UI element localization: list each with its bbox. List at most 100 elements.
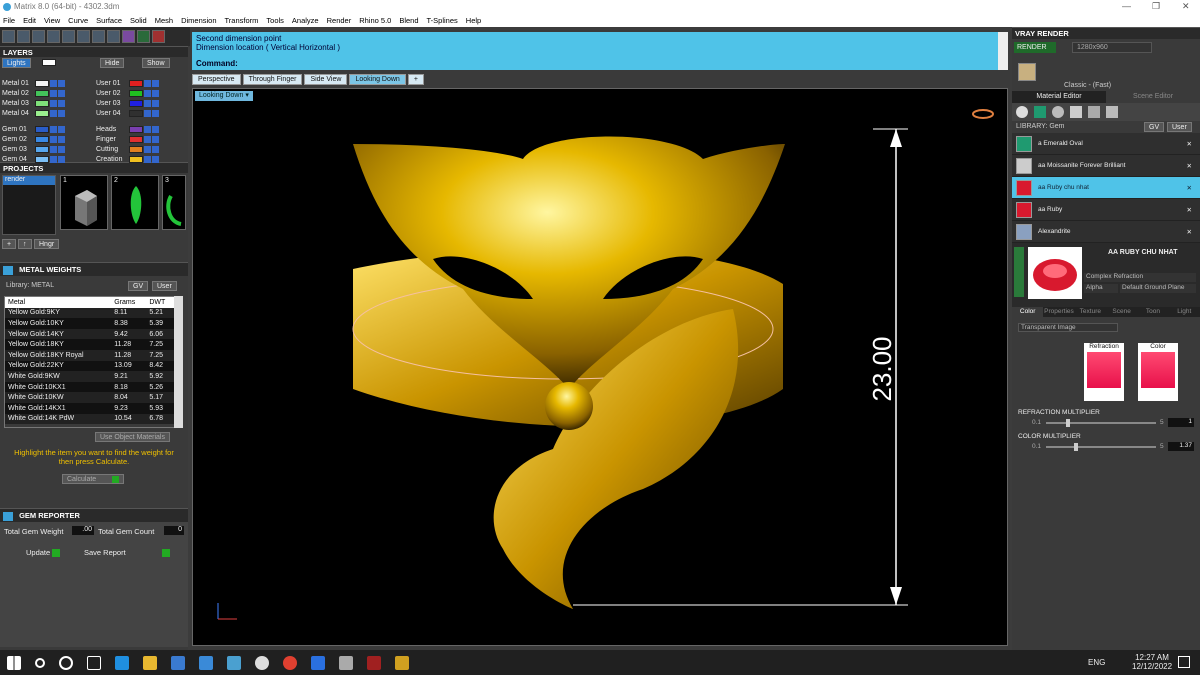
lock-icon[interactable] (50, 99, 57, 107)
color-swatch[interactable]: Color (1138, 343, 1178, 401)
layer-row[interactable]: Gem 03 (2, 145, 65, 154)
tab-perspective[interactable]: Perspective (192, 74, 241, 85)
layer-color-swatch[interactable] (129, 145, 143, 153)
project-thumb-3[interactable]: 3 (162, 175, 186, 230)
table-row[interactable]: Yellow Gold:22KY 13.09 8.42 (5, 360, 175, 372)
close-icon[interactable]: ✕ (1182, 1, 1190, 12)
preset-label[interactable]: Classic - (Fast) (1064, 82, 1111, 89)
undo-icon[interactable] (62, 30, 75, 43)
lock-icon[interactable] (144, 79, 151, 87)
layer-row[interactable]: Metal 01 (2, 79, 65, 88)
matrix-app-icon[interactable] (227, 655, 241, 670)
layer-row[interactable]: User 03 (96, 99, 159, 108)
cortana-icon[interactable] (59, 655, 73, 670)
project-thumb-1[interactable]: 1 (60, 175, 108, 230)
visibility-icon[interactable] (152, 125, 159, 133)
layer-row[interactable]: Finger (96, 135, 159, 144)
table-row[interactable]: White Gold:9KW 9.21 5.92 (5, 371, 175, 382)
lock-icon[interactable] (50, 155, 57, 163)
vray-user-button[interactable]: User (1167, 122, 1192, 132)
notification-icon[interactable] (1178, 656, 1190, 668)
material-gem-icon[interactable] (1034, 106, 1046, 118)
material-texture-icon[interactable] (1070, 106, 1082, 118)
menu-item[interactable]: Solid (130, 16, 147, 25)
menu-item[interactable]: Rhino 5.0 (359, 16, 391, 25)
lights-layer[interactable]: Lights (2, 58, 31, 68)
remove-material-icon[interactable]: ✕ (1187, 206, 1192, 214)
project-thumb-2[interactable]: 2 (111, 175, 159, 230)
tab-texture[interactable]: Texture (1075, 307, 1106, 317)
layer-color-swatch[interactable] (129, 89, 143, 97)
redo-icon[interactable] (77, 30, 90, 43)
material-item[interactable]: Alexandrite ✕ (1012, 221, 1200, 243)
gv-button[interactable]: GV (128, 281, 149, 291)
layer-color-swatch[interactable] (35, 125, 49, 133)
preview-toggle[interactable] (1014, 247, 1024, 297)
table-row[interactable]: White Gold:10KW 8.04 5.17 (5, 392, 175, 403)
up-project-button[interactable]: ↑ (18, 239, 32, 249)
viewport[interactable]: Looking Down ▾ 23.00 (192, 88, 1008, 646)
layer-row[interactable]: Gem 01 (2, 125, 65, 134)
refraction-slider[interactable] (1046, 422, 1156, 424)
search-icon[interactable] (35, 657, 45, 668)
layer-color-swatch[interactable] (35, 99, 49, 107)
visibility-icon[interactable] (58, 135, 65, 143)
lock-icon[interactable] (144, 155, 151, 163)
table-row[interactable]: White Gold:14KX1 9.23 5.93 (5, 402, 175, 414)
render-button[interactable]: RENDER (1014, 42, 1056, 53)
layer-color-swatch[interactable] (129, 155, 143, 163)
store-icon[interactable] (171, 655, 185, 670)
visibility-icon[interactable] (58, 99, 65, 107)
save-icon[interactable] (32, 30, 45, 43)
menu-item[interactable]: Surface (96, 16, 122, 25)
print-icon[interactable] (47, 30, 60, 43)
remove-material-icon[interactable]: ✕ (1187, 140, 1192, 148)
visibility-icon[interactable] (58, 145, 65, 153)
material-light-icon[interactable] (1106, 106, 1118, 118)
menu-item[interactable]: File (3, 16, 15, 25)
layer-color-swatch[interactable] (129, 99, 143, 107)
layer-color-swatch[interactable] (35, 145, 49, 153)
alpha-field[interactable]: Alpha (1084, 284, 1118, 293)
remove-material-icon[interactable]: ✕ (1187, 184, 1192, 192)
material-item[interactable]: aa Ruby ✕ (1012, 199, 1200, 221)
lock-icon[interactable] (50, 89, 57, 97)
material-grid-icon[interactable] (1088, 106, 1100, 118)
language-indicator[interactable]: ENG (1088, 658, 1105, 667)
table-row[interactable]: Yellow Gold:18KY Royal 11.28 7.25 (5, 349, 175, 361)
layer-row[interactable]: Creation (96, 155, 159, 164)
clock[interactable]: 12:27 AM 12/12/2022 (1132, 653, 1172, 671)
layer-color-swatch[interactable] (35, 109, 49, 117)
layer-color-swatch[interactable] (129, 125, 143, 133)
calculate-button[interactable]: Calculate (62, 474, 124, 484)
menu-item[interactable]: Curve (68, 16, 88, 25)
refraction-value[interactable]: 1 (1168, 418, 1194, 427)
layer-row[interactable]: User 04 (96, 109, 159, 118)
layer-color-swatch[interactable] (129, 135, 143, 143)
metal-table[interactable]: Metal Grams DWT Yellow Gold:9KY 8.11 5.21 Yell… (4, 296, 176, 428)
visibility-icon[interactable] (58, 125, 65, 133)
settings-icon[interactable] (255, 655, 269, 670)
visibility-icon[interactable] (152, 145, 159, 153)
command-scrollbar[interactable] (998, 32, 1008, 70)
add-project-button[interactable]: + (2, 239, 17, 249)
layer-row[interactable]: Metal 04 (2, 109, 65, 118)
material-drop-icon[interactable] (1016, 106, 1028, 118)
layer-row[interactable]: User 01 (96, 79, 159, 88)
projects-list[interactable]: render (2, 175, 56, 235)
new-file-icon[interactable] (2, 30, 15, 43)
add-tab-button[interactable]: + (407, 74, 424, 85)
layer-color-swatch[interactable] (129, 79, 143, 87)
menu-item[interactable]: Dimension (181, 16, 216, 25)
lock-icon[interactable] (144, 125, 151, 133)
tab-color[interactable]: Color (1012, 307, 1044, 317)
material-type[interactable]: Complex Refraction (1084, 273, 1196, 282)
tab-side-view[interactable]: Side View (304, 74, 348, 85)
project-item[interactable]: render (3, 176, 55, 185)
remove-material-icon[interactable]: ✕ (1187, 162, 1192, 170)
lock-icon[interactable] (50, 79, 57, 87)
layer-color-swatch[interactable] (35, 135, 49, 143)
ground-plane-field[interactable]: Default Ground Plane (1120, 284, 1196, 293)
use-object-materials-button[interactable]: Use Object Materials (95, 432, 170, 442)
menu-item[interactable]: Help (466, 16, 481, 25)
